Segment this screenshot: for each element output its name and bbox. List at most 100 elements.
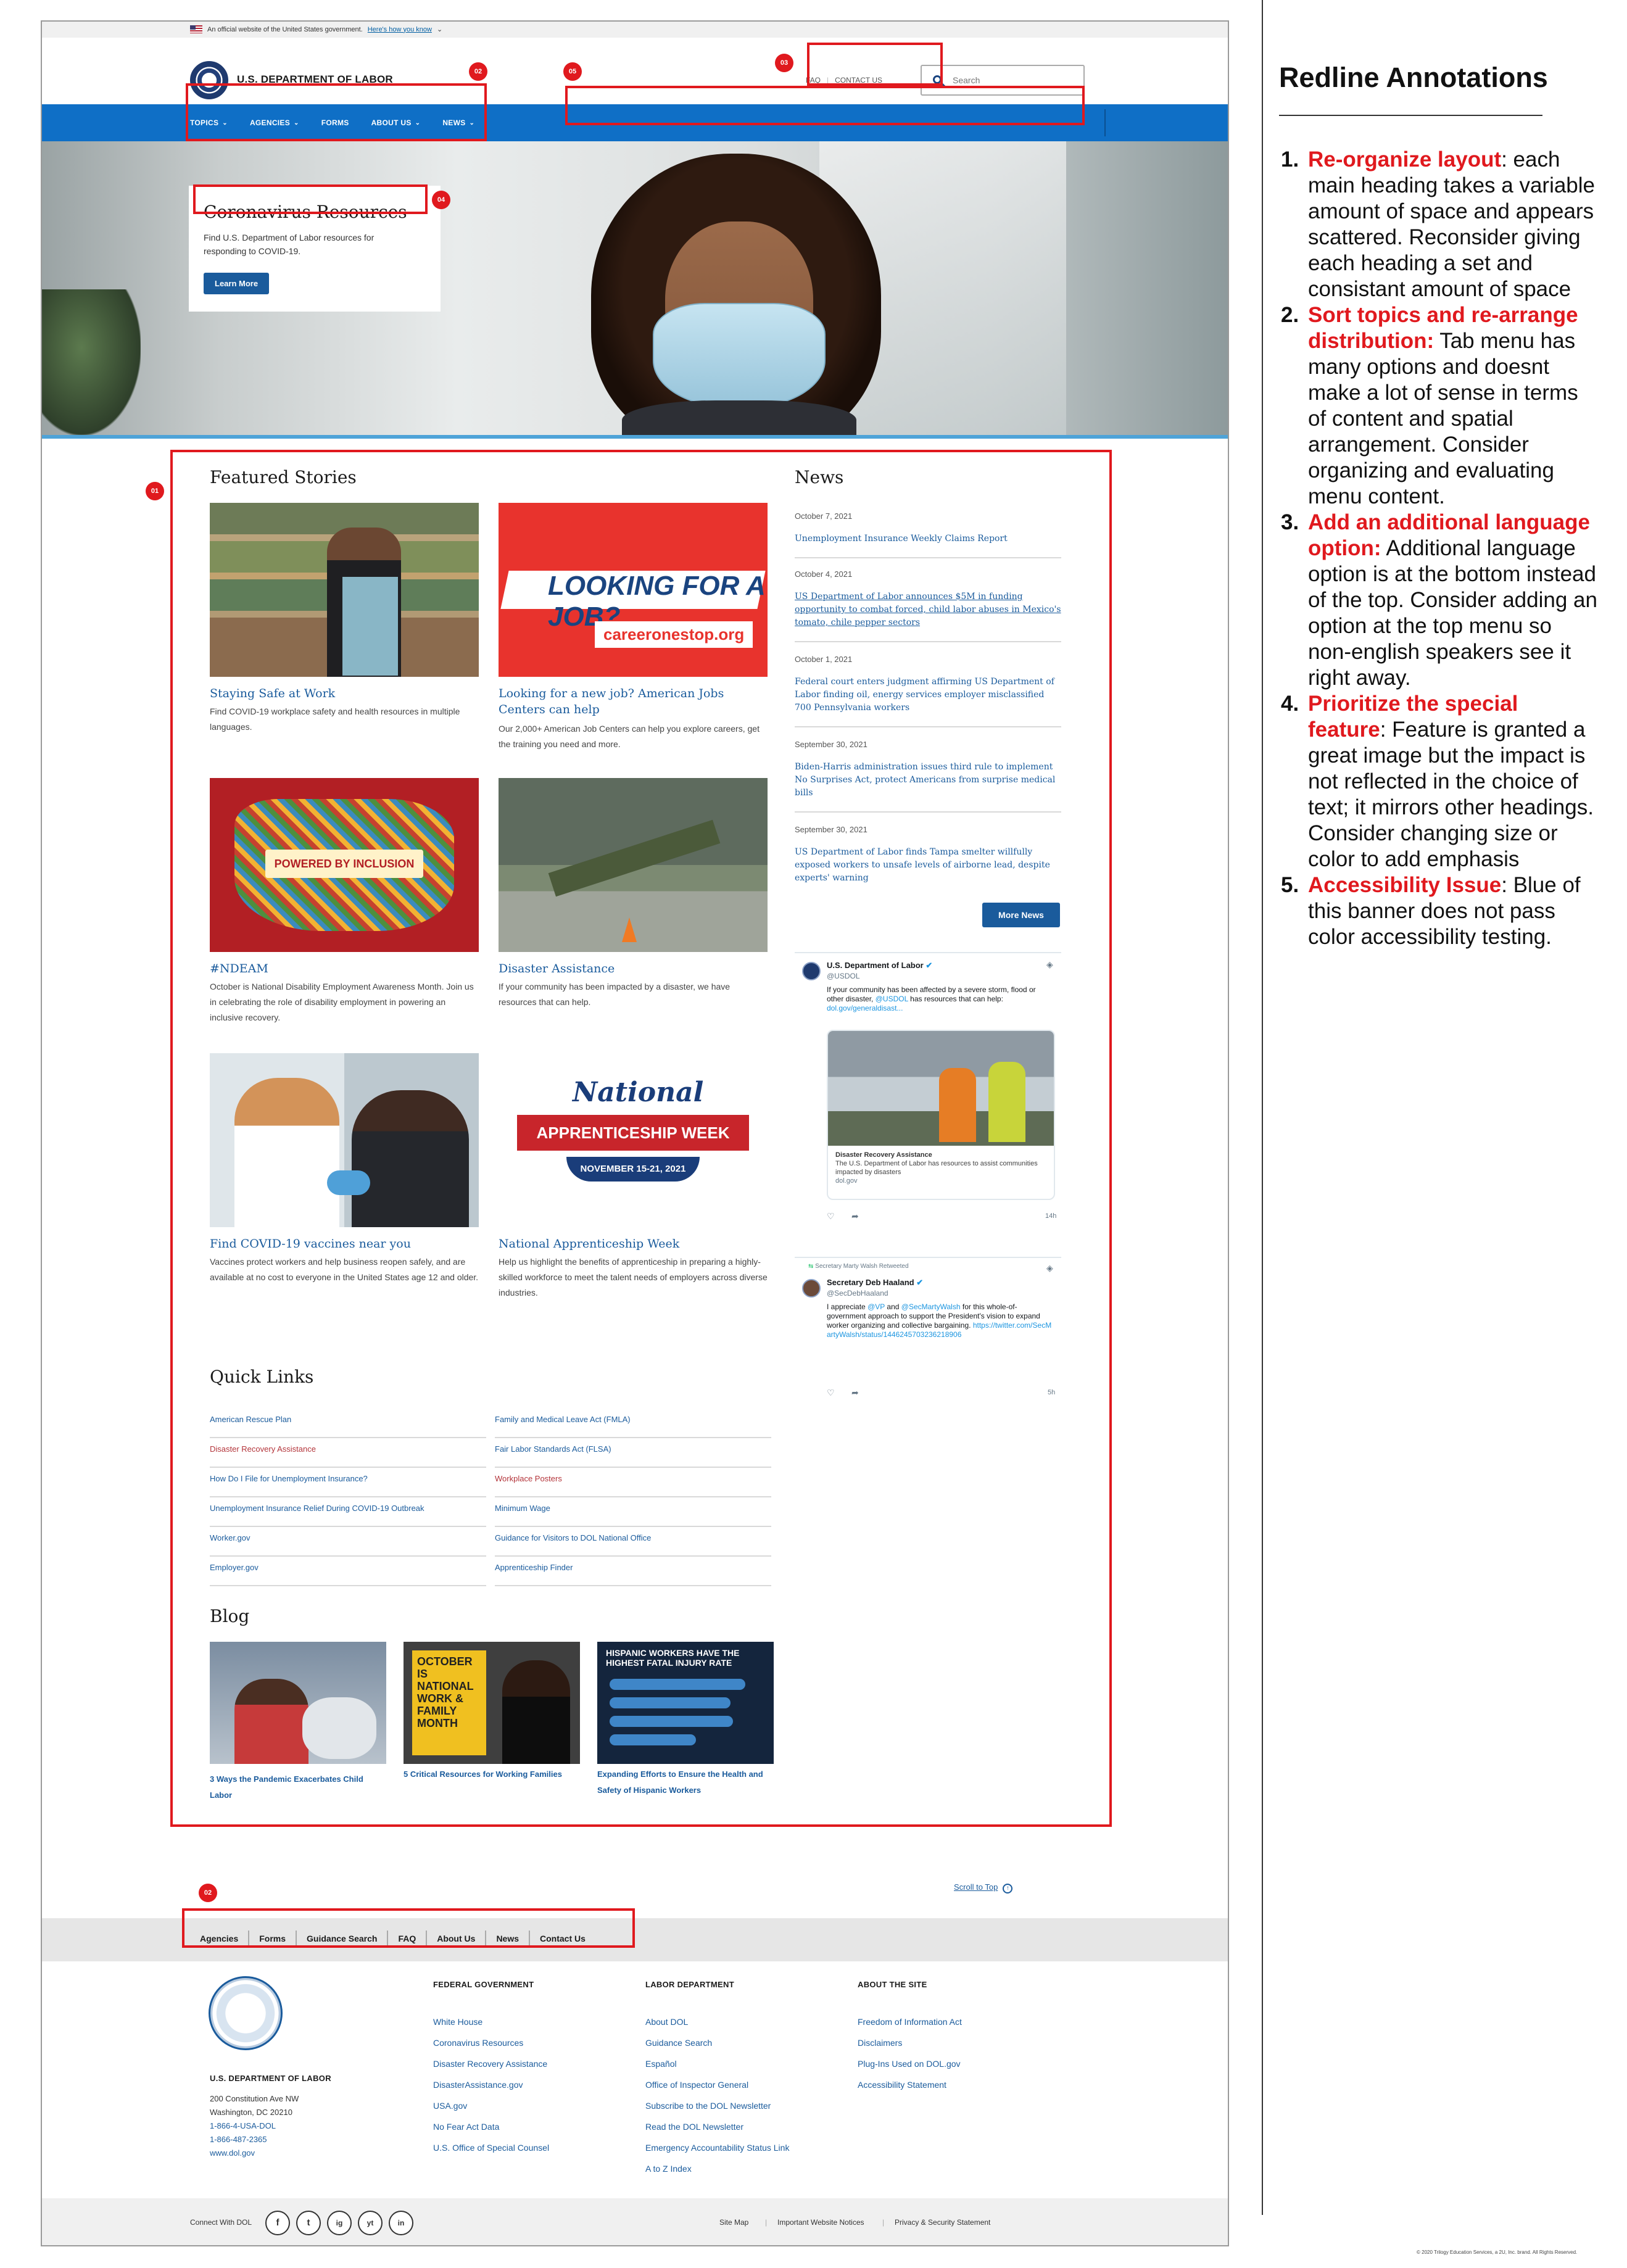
phone-link[interactable]: 1-866-4-USA-DOL [210,2119,299,2133]
footer-link[interactable]: USA.gov [433,2101,467,2111]
footer-nav-item[interactable]: FAQ [388,1931,428,1947]
news-headline[interactable]: US Department of Labor announces $5M in … [795,590,1061,629]
search-icon[interactable] [933,75,942,84]
nav-agencies[interactable]: AGENCIES ⌄ [250,118,299,127]
footer-link[interactable]: A to Z Index [645,2164,692,2174]
quick-link[interactable]: Worker.gov [210,1527,486,1557]
avatar[interactable] [802,1279,821,1297]
facebook-icon[interactable]: f [265,2211,290,2235]
card-image-job[interactable]: LOOKING FOR A JOB? careeronestop.org [499,503,768,677]
news-headline[interactable]: Unemployment Insurance Weekly Claims Rep… [795,532,1061,545]
card-title-disaster[interactable]: Disaster Assistance [499,961,768,977]
search-box[interactable] [921,65,1085,96]
heart-icon[interactable]: ♡ [827,1211,835,1222]
twitter-icon[interactable]: t [296,2211,321,2235]
blog-post-title[interactable]: 5 Critical Resources for Working Familie… [404,1766,580,1782]
blog-image-child-labor[interactable] [210,1642,386,1764]
blog-image-family[interactable]: OCTOBER IS NATIONAL WORK & FAMILY MONTH [404,1642,580,1764]
twitter-bird-icon[interactable]: ◈ [1046,1263,1053,1273]
quick-link[interactable]: Guidance for Visitors to DOL National Of… [495,1527,771,1557]
nav-news[interactable]: NEWS ⌄ [442,118,474,127]
share-icon[interactable]: ➦ [851,1388,859,1398]
card-title-vaccine[interactable]: Find COVID-19 vaccines near you [210,1236,479,1252]
phone-link[interactable]: 1-866-487-2365 [210,2133,299,2146]
footer-link[interactable]: No Fear Act Data [433,2122,499,2132]
footer-link[interactable]: Plug-Ins Used on DOL.gov [858,2059,961,2069]
news-headline[interactable]: Biden-Harris administration issues third… [795,761,1061,800]
scroll-to-top-link[interactable]: Scroll to Top ↑ [954,1882,1013,1893]
more-news-button[interactable]: More News [982,903,1060,927]
privacy-link[interactable]: Privacy & Security Statement [895,2218,990,2227]
faq-link[interactable]: FAQ [806,76,821,85]
avatar[interactable] [802,962,821,980]
quick-link[interactable]: Family and Medical Leave Act (FMLA) [495,1409,771,1438]
nav-about-us[interactable]: ABOUT US ⌄ [371,118,421,127]
footer-link[interactable]: DisasterAssistance.gov [433,2080,523,2090]
footer-nav-item[interactable]: Forms [249,1931,297,1947]
tweet-link-card[interactable]: Disaster Recovery Assistance The U.S. De… [827,1030,1055,1200]
website-notices-link[interactable]: Important Website Notices [777,2218,864,2227]
footer-link[interactable]: Read the DOL Newsletter [645,2122,743,2132]
tweet-author[interactable]: U.S. Department of Labor ✔ [827,961,932,971]
footer-nav-item[interactable]: News [486,1931,531,1947]
tweet-handle[interactable]: @SecDebHaaland [827,1289,888,1297]
website-link[interactable]: www.dol.gov [210,2146,299,2160]
quick-link[interactable]: American Rescue Plan [210,1409,486,1438]
footer-link[interactable]: Coronavirus Resources [433,2038,523,2048]
nav-topics[interactable]: TOPICS ⌄ [190,118,228,127]
gov-banner-link[interactable]: Here's how you know [368,26,432,33]
tweet-mention[interactable]: @USDOL [876,995,908,1003]
twitter-bird-icon[interactable]: ◈ [1046,959,1053,970]
dol-seal-logo[interactable] [190,61,228,99]
card-title-ndeam[interactable]: #NDEAM [210,961,479,977]
footer-link[interactable]: Emergency Accountability Status Link [645,2143,789,2153]
card-title-job[interactable]: Looking for a new job? American Jobs Cen… [499,685,768,718]
card-image-staying-safe[interactable] [210,503,479,677]
footer-link[interactable]: Español [645,2059,677,2069]
card-title-staying-safe[interactable]: Staying Safe at Work [210,685,479,702]
heart-icon[interactable]: ♡ [827,1388,835,1398]
tweet-mention[interactable]: @SecMartyWalsh [901,1302,961,1311]
blog-post-title[interactable]: Expanding Efforts to Ensure the Health a… [597,1766,774,1798]
footer-link[interactable]: Disclaimers [858,2038,902,2048]
footer-nav-item[interactable]: Contact Us [530,1931,595,1947]
footer-nav-item[interactable]: About Us [427,1931,487,1947]
chevron-down-icon[interactable]: ⌄ [437,25,442,33]
footer-link[interactable]: Disaster Recovery Assistance [433,2059,547,2069]
news-headline[interactable]: US Department of Labor finds Tampa smelt… [795,846,1061,885]
blog-image-hispanic-workers[interactable]: HISPANIC WORKERS HAVE THE HIGHEST FATAL … [597,1642,774,1764]
site-map-link[interactable]: Site Map [719,2218,748,2227]
quick-link[interactable]: Workplace Posters [495,1468,771,1497]
footer-link[interactable]: Freedom of Information Act [858,2017,962,2027]
card-image-vaccine[interactable] [210,1053,479,1227]
footer-nav-item[interactable]: Guidance Search [297,1931,389,1947]
quick-link[interactable]: How Do I File for Unemployment Insurance… [210,1468,486,1497]
share-icon[interactable]: ➦ [851,1211,859,1222]
footer-link[interactable]: White House [433,2017,482,2027]
quick-link[interactable]: Apprenticeship Finder [495,1557,771,1586]
site-title[interactable]: U.S. DEPARTMENT OF LABOR [237,73,393,86]
footer-link[interactable]: U.S. Office of Special Counsel [433,2143,549,2153]
quick-link[interactable]: Employer.gov [210,1557,486,1586]
dol-seal-logo[interactable] [209,1976,283,2050]
quick-link[interactable]: Minimum Wage [495,1497,771,1527]
news-headline[interactable]: Federal court enters judgment affirming … [795,676,1061,714]
blog-post-title[interactable]: 3 Ways the Pandemic Exacerbates Child La… [210,1771,386,1803]
quick-link[interactable]: Fair Labor Standards Act (FLSA) [495,1438,771,1468]
instagram-icon[interactable]: ig [327,2211,352,2235]
tweet-link[interactable]: dol.gov/generaldisast... [827,1004,903,1012]
card-title-apprenticeship[interactable]: National Apprenticeship Week [499,1236,768,1252]
nav-forms[interactable]: FORMS [321,118,349,127]
contact-us-link[interactable]: CONTACT US [835,76,882,85]
linkedin-icon[interactable]: in [389,2211,413,2235]
tweet-author[interactable]: Secretary Deb Haaland ✔ [827,1278,923,1288]
tweet-mention[interactable]: @VP [867,1302,885,1311]
card-image-ndeam[interactable]: POWERED BY INCLUSION [210,778,479,952]
footer-link[interactable]: Accessibility Statement [858,2080,946,2090]
card-image-apprenticeship[interactable]: National APPRENTICESHIP WEEK NOVEMBER 15… [499,1053,768,1227]
quick-link[interactable]: Disaster Recovery Assistance [210,1438,486,1468]
tweet-handle[interactable]: @USDOL [827,972,860,980]
footer-link[interactable]: Guidance Search [645,2038,712,2048]
card-image-disaster[interactable] [499,778,768,952]
youtube-icon[interactable]: yt [358,2211,383,2235]
